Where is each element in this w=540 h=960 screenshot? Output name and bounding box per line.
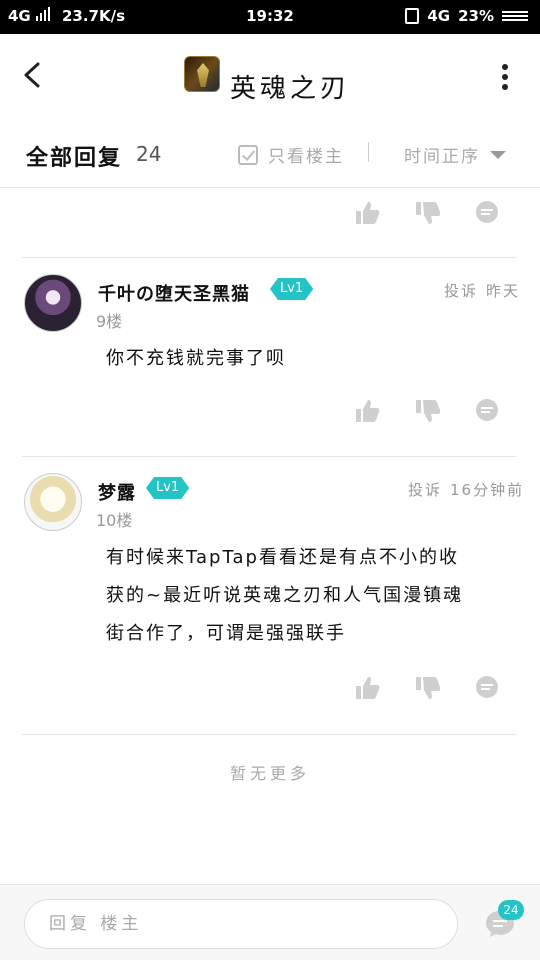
- avatar[interactable]: [24, 473, 82, 531]
- checkbox-icon[interactable]: [238, 144, 258, 165]
- post-content: 有时候来TapTap看看还是有点不小的收 获的~最近听说英魂之刃和人气国漫镇魂 …: [106, 539, 506, 653]
- comment-icon[interactable]: [474, 398, 500, 424]
- thumbs-up-icon[interactable]: [354, 200, 380, 226]
- thumbs-up-icon[interactable]: [354, 398, 380, 424]
- report-link[interactable]: 投诉: [408, 479, 442, 500]
- network-right-label: 4G: [427, 7, 451, 25]
- sort-label: 时间正序: [404, 147, 480, 167]
- only-owner-label: 只看楼主: [268, 147, 344, 167]
- thumbs-down-icon[interactable]: [414, 675, 440, 701]
- more-vertical-icon[interactable]: [502, 64, 510, 90]
- floor-number: 10楼: [96, 511, 133, 530]
- report-link[interactable]: 投诉: [444, 280, 478, 301]
- all-replies-label: 全部回复: [26, 146, 123, 171]
- post-time: 16分钟前: [450, 481, 525, 499]
- game-logo-icon: [184, 56, 220, 92]
- post-content: 你不充钱就完事了呗: [106, 348, 286, 369]
- chevron-left-icon[interactable]: [16, 58, 50, 92]
- battery-icon: [502, 9, 528, 23]
- post-actions: [354, 398, 500, 424]
- post-actions: [354, 675, 500, 701]
- no-more-text: 暂无更多: [229, 764, 310, 783]
- divider: [22, 456, 516, 457]
- app-header: 英魂之刃: [0, 34, 540, 118]
- sort-dropdown[interactable]: 时间正序: [404, 142, 506, 167]
- post-content-line: 街合作了，可谓是强强联手: [106, 623, 346, 644]
- post-content-line: 获的~最近听说英魂之刃和人气国漫镇魂: [106, 585, 464, 606]
- triangle-down-icon: [490, 150, 506, 159]
- reply-input[interactable]: [24, 899, 458, 949]
- post-actions: [354, 200, 500, 226]
- level-badge: Lv1: [146, 477, 189, 499]
- vibrate-icon: [405, 8, 420, 24]
- reply-bar: [0, 884, 540, 960]
- divider: [368, 142, 369, 162]
- thumbs-down-icon[interactable]: [414, 398, 440, 424]
- floor-number: 9楼: [96, 312, 123, 331]
- divider: [22, 734, 516, 735]
- status-bar: 4G 23.7K/s 19:32 4G 23%: [0, 0, 540, 34]
- thumbs-down-icon[interactable]: [414, 200, 440, 226]
- author-name[interactable]: 千叶の堕天圣黑猫: [98, 280, 250, 306]
- post-time: 昨天: [486, 282, 521, 300]
- level-badge: Lv1: [270, 278, 313, 300]
- battery-percent: 23%: [458, 7, 494, 25]
- reply-count: 24: [136, 142, 162, 166]
- filter-bar: 全部回复 24 只看楼主 时间正序: [0, 118, 540, 188]
- divider: [22, 257, 516, 258]
- avatar[interactable]: [24, 274, 82, 332]
- author-name[interactable]: 梦露: [98, 479, 136, 505]
- comment-count-badge: 24: [498, 900, 524, 920]
- post-content-line: 有时候来TapTap看看还是有点不小的收: [106, 547, 459, 568]
- thumbs-up-icon[interactable]: [354, 675, 380, 701]
- only-owner-toggle[interactable]: 只看楼主: [238, 142, 344, 167]
- comment-icon[interactable]: [474, 675, 500, 701]
- comment-icon[interactable]: [474, 200, 500, 226]
- page-title: 英魂之刃: [230, 74, 351, 104]
